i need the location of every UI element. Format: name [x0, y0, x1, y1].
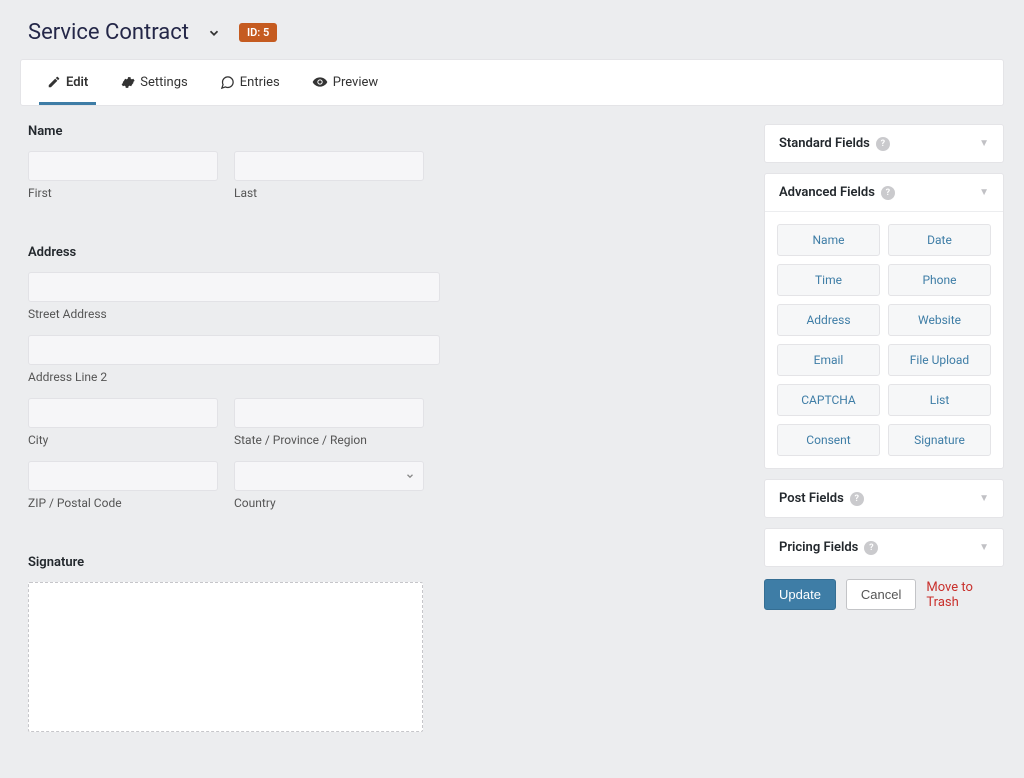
form-switcher-toggle[interactable] [203, 22, 225, 44]
form-canvas: Name First Last Address Street Address [20, 124, 734, 732]
panel-title-text: Standard Fields [779, 136, 870, 151]
page-title: Service Contract [28, 20, 189, 45]
add-date-button[interactable]: Date [888, 224, 991, 256]
sub-label: State / Province / Region [234, 433, 424, 447]
panel-title-text: Post Fields [779, 491, 844, 506]
help-icon[interactable]: ? [850, 492, 864, 506]
last-name-input[interactable] [234, 151, 424, 181]
chevron-down-icon [207, 26, 221, 40]
city-input[interactable] [28, 398, 218, 428]
field-label: Name [28, 124, 726, 139]
line2-input[interactable] [28, 335, 440, 365]
sub-label: Country [234, 496, 424, 510]
eye-icon [312, 74, 328, 90]
standard-fields-panel: Standard Fields ? ▼ [764, 124, 1004, 163]
field-label: Signature [28, 555, 726, 570]
tab-label: Preview [333, 75, 378, 90]
tab-entries[interactable]: Entries [212, 61, 288, 105]
tab-preview[interactable]: Preview [304, 60, 386, 105]
help-icon[interactable]: ? [881, 186, 895, 200]
action-row: Update Cancel Move to Trash [764, 579, 1004, 610]
tab-label: Entries [240, 75, 280, 90]
cancel-button[interactable]: Cancel [846, 579, 916, 610]
post-fields-panel: Post Fields ? ▼ [764, 479, 1004, 518]
chevron-down-icon [405, 471, 415, 481]
panel-toggle[interactable]: Pricing Fields ? ▼ [765, 529, 1003, 566]
country-select[interactable] [234, 461, 424, 491]
gear-icon [120, 75, 135, 90]
sub-label: Street Address [28, 307, 440, 321]
first-name-input[interactable] [28, 151, 218, 181]
caret-down-icon: ▼ [979, 542, 989, 553]
panel-toggle[interactable]: Advanced Fields ? ▼ [765, 174, 1003, 211]
panel-title-text: Advanced Fields [779, 185, 875, 200]
advanced-fields-grid: Name Date Time Phone Address Website Ema… [765, 211, 1003, 468]
sub-label: ZIP / Postal Code [28, 496, 218, 510]
caret-down-icon: ▼ [979, 493, 989, 504]
add-email-button[interactable]: Email [777, 344, 880, 376]
pricing-fields-panel: Pricing Fields ? ▼ [764, 528, 1004, 567]
field-label: Address [28, 245, 726, 260]
add-list-button[interactable]: List [888, 384, 991, 416]
tab-settings[interactable]: Settings [112, 61, 195, 105]
state-input[interactable] [234, 398, 424, 428]
form-id-badge: ID: 5 [239, 23, 277, 42]
caret-down-icon: ▼ [979, 138, 989, 149]
sub-label: Last [234, 186, 424, 200]
street-input[interactable] [28, 272, 440, 302]
signature-field[interactable]: Signature [28, 555, 726, 732]
add-consent-button[interactable]: Consent [777, 424, 880, 456]
add-signature-button[interactable]: Signature [888, 424, 991, 456]
help-icon[interactable]: ? [864, 541, 878, 555]
sub-label: City [28, 433, 218, 447]
add-address-button[interactable]: Address [777, 304, 880, 336]
add-phone-button[interactable]: Phone [888, 264, 991, 296]
add-time-button[interactable]: Time [777, 264, 880, 296]
editor-tabs: Edit Settings Entries Preview [20, 59, 1004, 106]
sub-label: First [28, 186, 218, 200]
panel-toggle[interactable]: Standard Fields ? ▼ [765, 125, 1003, 162]
advanced-fields-panel: Advanced Fields ? ▼ Name Date Time Phone… [764, 173, 1004, 469]
panel-title-text: Pricing Fields [779, 540, 858, 555]
add-name-button[interactable]: Name [777, 224, 880, 256]
panel-toggle[interactable]: Post Fields ? ▼ [765, 480, 1003, 517]
page-header: Service Contract ID: 5 [20, 20, 1004, 45]
name-field[interactable]: Name First Last [28, 124, 726, 200]
caret-down-icon: ▼ [979, 187, 989, 198]
help-icon[interactable]: ? [876, 137, 890, 151]
update-button[interactable]: Update [764, 579, 836, 610]
move-to-trash-link[interactable]: Move to Trash [926, 580, 1004, 610]
zip-input[interactable] [28, 461, 218, 491]
add-file-upload-button[interactable]: File Upload [888, 344, 991, 376]
speech-bubble-icon [220, 75, 235, 90]
pencil-icon [47, 75, 61, 89]
address-field[interactable]: Address Street Address Address Line 2 Ci… [28, 245, 726, 510]
tab-label: Edit [66, 75, 88, 90]
signature-pad[interactable] [28, 582, 423, 732]
sub-label: Address Line 2 [28, 370, 440, 384]
tab-label: Settings [140, 75, 187, 90]
add-website-button[interactable]: Website [888, 304, 991, 336]
tab-edit[interactable]: Edit [39, 61, 96, 105]
field-palette: Standard Fields ? ▼ Advanced Fields ? ▼ … [764, 124, 1004, 610]
add-captcha-button[interactable]: CAPTCHA [777, 384, 880, 416]
